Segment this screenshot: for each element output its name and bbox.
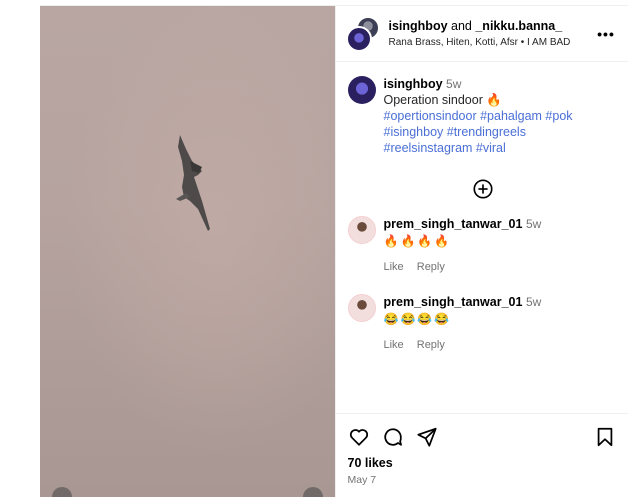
share-icon[interactable] <box>416 426 438 448</box>
post-dialog: isinghboy and _nikku.banna_ Rana Brass, … <box>40 5 628 497</box>
comment-item: prem_singh_tanwar_01 5w 😂😂😂😂 Like Reply <box>347 294 619 353</box>
avatar[interactable] <box>347 216 376 244</box>
comment-username[interactable]: prem_singh_tanwar_01 <box>384 295 523 309</box>
post-footer: 70 likes May 7 <box>335 413 628 497</box>
load-more <box>348 178 619 200</box>
comment-actions: Like Reply <box>384 337 542 353</box>
author-link[interactable]: isinghboy <box>389 19 448 33</box>
header-text: isinghboy and _nikku.banna_ Rana Brass, … <box>389 19 595 49</box>
avatar <box>345 25 372 52</box>
comment-text: 🔥🔥🔥🔥 <box>383 234 452 248</box>
comment-icon[interactable] <box>382 426 404 448</box>
caption-time: 5w <box>446 77 462 91</box>
collab-avatars[interactable] <box>345 15 380 52</box>
more-horizontal-icon[interactable]: ••• <box>594 26 618 42</box>
comment-actions: Like Reply <box>384 259 542 275</box>
collaborator-link[interactable]: _nikku.banna_ <box>475 19 562 33</box>
avatar[interactable] <box>347 294 376 322</box>
comment-content: prem_singh_tanwar_01 5w 🔥🔥🔥🔥 Like Reply <box>384 216 542 275</box>
audio-link[interactable]: Rana Brass, Hiten, Kotti, Afsr • I AM BA… <box>389 37 595 49</box>
post-header: isinghboy and _nikku.banna_ Rana Brass, … <box>335 6 628 62</box>
caption-text: isinghboy 5w Operation sindoor 🔥 #operti… <box>384 76 619 156</box>
comment-time: 5w <box>525 295 542 309</box>
comment-content: prem_singh_tanwar_01 5w 😂😂😂😂 Like Reply <box>384 294 542 353</box>
action-bar <box>348 426 617 448</box>
side-panel: isinghboy and _nikku.banna_ Rana Brass, … <box>334 6 629 497</box>
comment-time: 5w <box>525 217 542 231</box>
reel-video[interactable] <box>40 6 335 497</box>
plus-circle-icon[interactable] <box>472 178 494 200</box>
comments-area: isinghboy 5w Operation sindoor 🔥 #operti… <box>336 62 629 413</box>
likes-count[interactable]: 70 likes <box>348 456 617 470</box>
comment-text: 😂😂😂😂 <box>383 312 452 326</box>
caption-username[interactable]: isinghboy <box>384 77 443 91</box>
avatar[interactable] <box>347 76 376 104</box>
reply-comment-button[interactable]: Reply <box>417 261 445 273</box>
heart-icon[interactable] <box>348 426 370 448</box>
post-date: May 7 <box>347 474 377 486</box>
caption: isinghboy 5w Operation sindoor 🔥 #operti… <box>347 76 619 156</box>
comment-username[interactable]: prem_singh_tanwar_01 <box>384 217 523 231</box>
bookmark-icon[interactable] <box>594 426 616 448</box>
caption-hashtags[interactable]: #opertionsindoor #pahalgam #pok #isinghb… <box>384 108 619 156</box>
fighter-jet-image <box>176 135 210 231</box>
reply-comment-button[interactable]: Reply <box>417 339 445 351</box>
caption-body: Operation sindoor 🔥 <box>383 93 502 107</box>
like-comment-button[interactable]: Like <box>384 261 404 273</box>
header-title: isinghboy and _nikku.banna_ <box>389 19 595 34</box>
comment-item: prem_singh_tanwar_01 5w 🔥🔥🔥🔥 Like Reply <box>347 216 619 275</box>
joiner-text: and <box>451 18 472 33</box>
like-comment-button[interactable]: Like <box>384 339 404 351</box>
